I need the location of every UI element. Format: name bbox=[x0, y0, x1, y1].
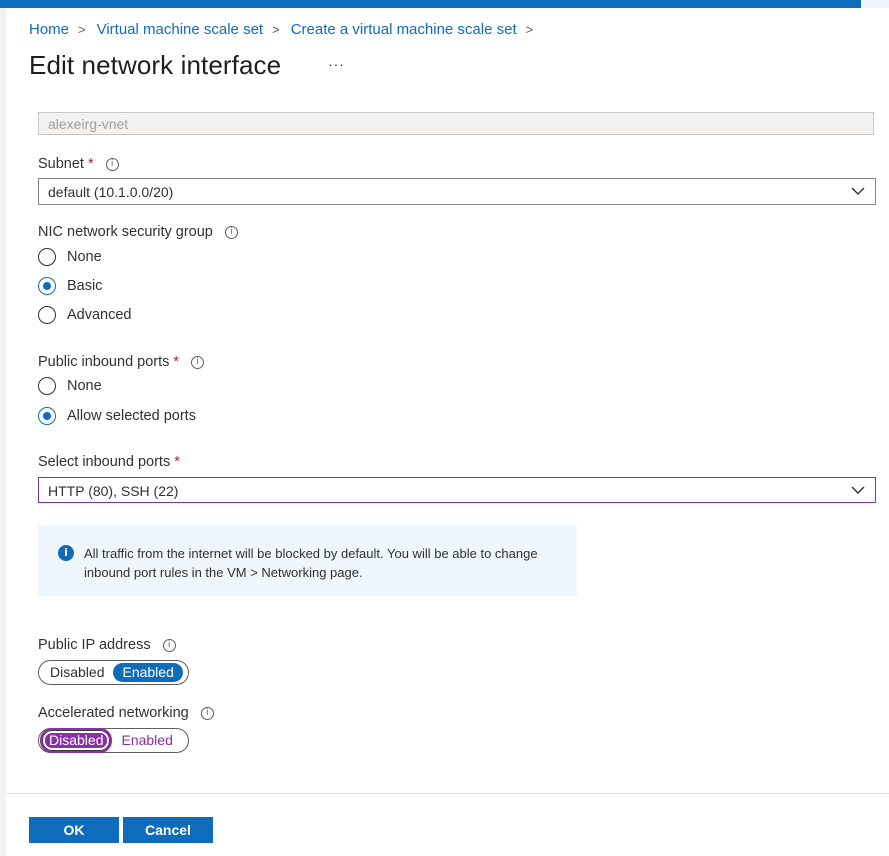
info-icon[interactable]: i bbox=[105, 157, 119, 171]
more-actions-button[interactable]: ··· bbox=[328, 56, 345, 72]
ok-button[interactable]: OK bbox=[29, 817, 119, 843]
radio-button[interactable] bbox=[38, 377, 56, 395]
select-inbound-ports-label: Select inbound ports * bbox=[38, 454, 180, 470]
accelerated-networking-toggle[interactable]: Disabled Enabled bbox=[38, 728, 189, 753]
radio-button-selected[interactable] bbox=[38, 277, 56, 295]
left-edge bbox=[0, 0, 6, 856]
info-icon[interactable]: i bbox=[224, 225, 238, 239]
accelerated-disabled-option[interactable]: Disabled bbox=[39, 728, 113, 753]
nsg-option-none[interactable]: None bbox=[38, 248, 102, 266]
public-ip-disabled-option[interactable]: Disabled bbox=[41, 663, 113, 682]
page-title: Edit network interface bbox=[29, 50, 282, 80]
radio-button-selected[interactable] bbox=[38, 407, 56, 425]
radio-button[interactable] bbox=[38, 248, 56, 266]
breadcrumb: Home > Virtual machine scale set > Creat… bbox=[29, 21, 544, 38]
chevron-down-icon bbox=[851, 187, 865, 195]
breadcrumb-create-vmss[interactable]: Create a virtual machine scale set bbox=[291, 21, 517, 38]
chevron-right-icon: > bbox=[525, 22, 534, 37]
chevron-right-icon: > bbox=[78, 22, 86, 37]
accelerated-networking-label: Accelerated networking i bbox=[38, 705, 214, 721]
accelerated-enabled-option[interactable]: Enabled bbox=[112, 731, 181, 750]
inbound-option-none[interactable]: None bbox=[38, 377, 102, 395]
nsg-option-advanced[interactable]: Advanced bbox=[38, 306, 132, 324]
top-accent-bar bbox=[0, 0, 889, 8]
info-icon[interactable]: i bbox=[162, 638, 176, 652]
chevron-down-icon bbox=[851, 486, 865, 494]
public-ip-enabled-option[interactable]: Enabled bbox=[113, 663, 183, 682]
chevron-right-icon: > bbox=[272, 22, 280, 37]
info-icon[interactable]: i bbox=[200, 706, 214, 720]
public-ip-toggle[interactable]: Disabled Enabled bbox=[38, 660, 189, 685]
info-circle-filled-icon: i bbox=[58, 545, 74, 561]
nsg-option-basic[interactable]: Basic bbox=[38, 277, 102, 295]
info-message-text: All traffic from the internet will be bl… bbox=[84, 546, 538, 580]
subnet-dropdown[interactable]: default (10.1.0.0/20) bbox=[38, 178, 876, 205]
breadcrumb-vmss[interactable]: Virtual machine scale set bbox=[97, 21, 263, 38]
cancel-button[interactable]: Cancel bbox=[123, 817, 213, 843]
public-inbound-ports-label: Public inbound ports * i bbox=[38, 354, 205, 370]
virtual-network-field: alexeirg-vnet bbox=[38, 112, 874, 135]
subnet-label: Subnet * i bbox=[38, 156, 119, 172]
footer-divider bbox=[6, 793, 889, 794]
breadcrumb-home[interactable]: Home bbox=[29, 21, 69, 38]
inbound-ports-dropdown[interactable]: HTTP (80), SSH (22) bbox=[38, 477, 876, 503]
info-message-bar: i All traffic from the internet will be … bbox=[38, 525, 577, 596]
radio-button[interactable] bbox=[38, 306, 56, 324]
inbound-option-allow-selected[interactable]: Allow selected ports bbox=[38, 407, 196, 425]
nic-nsg-label: NIC network security group i bbox=[38, 224, 238, 240]
public-ip-label: Public IP address i bbox=[38, 637, 176, 653]
info-icon[interactable]: i bbox=[191, 355, 205, 369]
